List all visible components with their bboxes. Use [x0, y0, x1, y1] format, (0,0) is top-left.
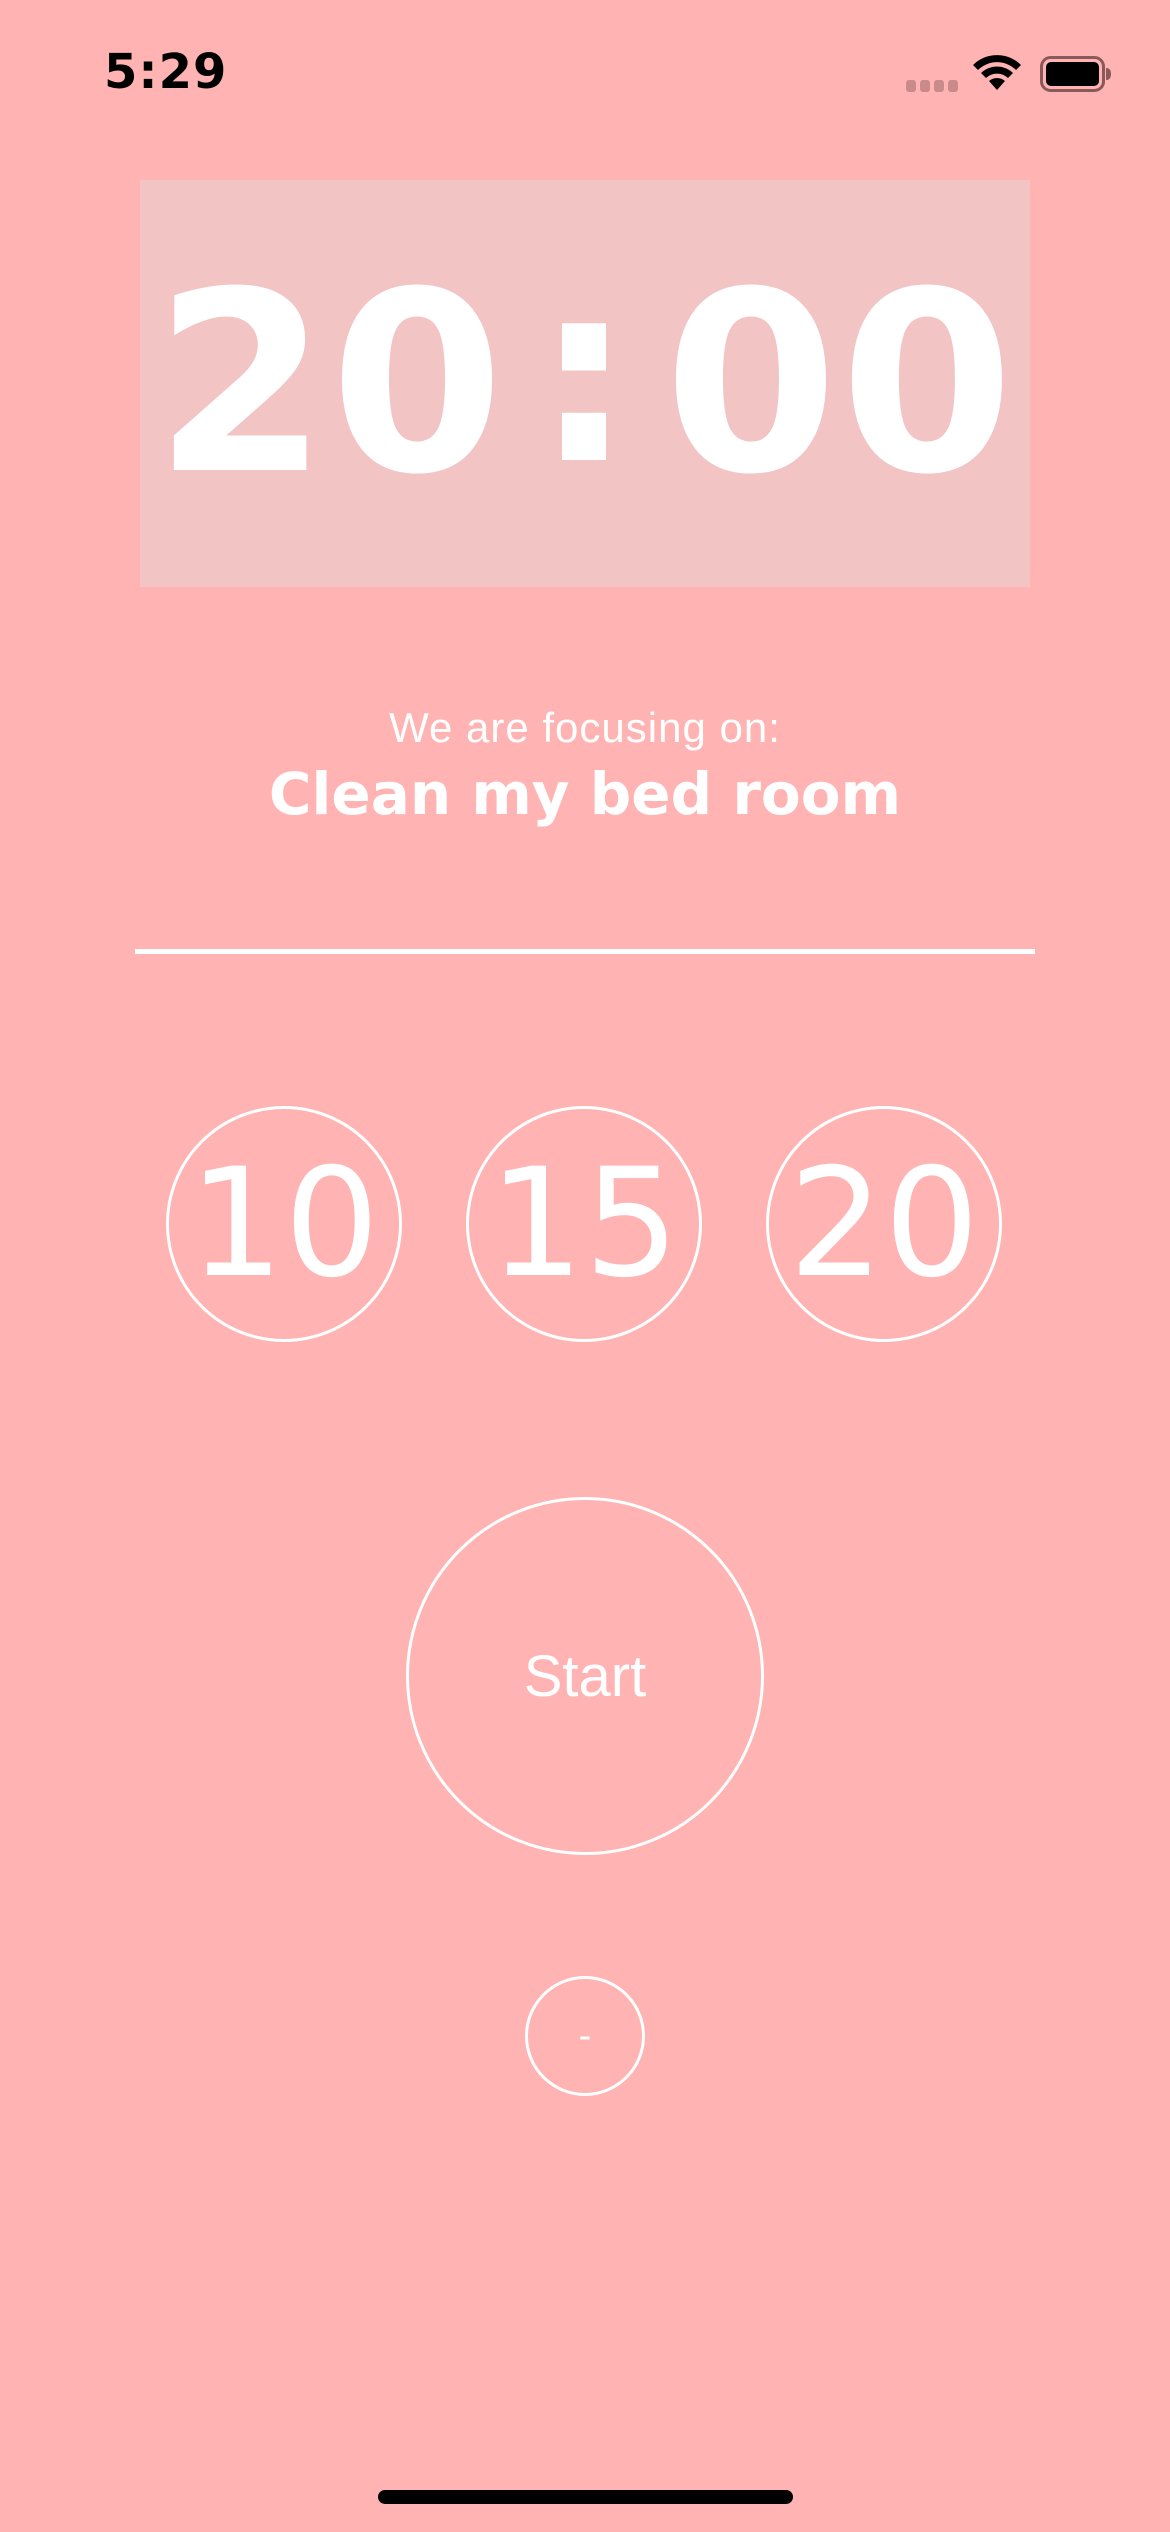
timer-text: 20 : 00	[140, 180, 1030, 587]
wifi-icon	[973, 55, 1021, 90]
timer-display: 20 : 00	[140, 180, 1030, 587]
timer-seconds: 00	[663, 238, 1016, 529]
timer-separator: :	[534, 228, 636, 519]
divider	[135, 949, 1035, 954]
preset-10-button[interactable]: 10	[166, 1106, 402, 1342]
battery-icon	[1040, 56, 1111, 92]
focus-caption: We are focusing on:	[389, 704, 781, 751]
home-indicator[interactable]	[378, 2490, 793, 2504]
timer-minutes: 20	[154, 238, 506, 529]
start-button[interactable]: Start	[406, 1497, 764, 1855]
status-time: 5:29	[104, 44, 228, 100]
focus-task-title[interactable]: Clean my bed room	[0, 760, 1170, 828]
preset-15-button[interactable]: 15	[466, 1106, 702, 1342]
minus-button[interactable]: -	[525, 1976, 645, 2096]
status-bar: 5:29	[0, 0, 1170, 140]
preset-20-button[interactable]: 20	[766, 1106, 1002, 1342]
signal-icon	[906, 80, 960, 92]
